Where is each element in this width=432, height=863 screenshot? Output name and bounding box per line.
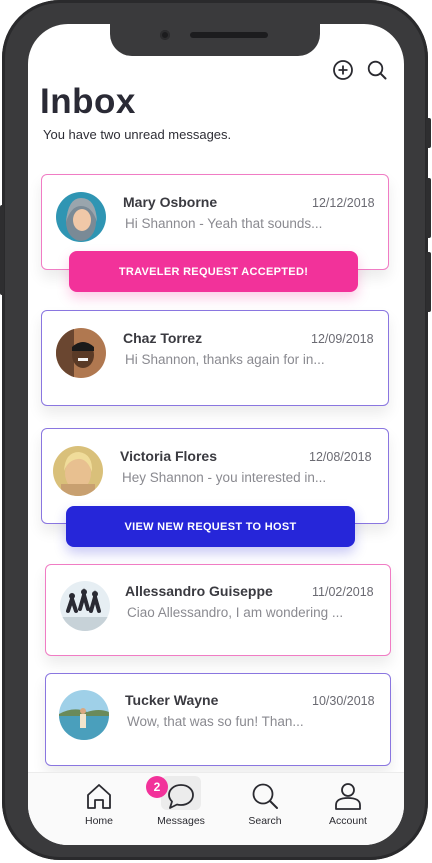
sender-name: Chaz Torrez — [123, 330, 203, 346]
user-icon — [335, 783, 361, 810]
screen: Inbox You have two unread messages. Mary… — [28, 24, 404, 845]
tab-label: Account — [329, 815, 367, 827]
message-date: 10/30/2018 — [312, 694, 375, 708]
message-card-chaz-torrez[interactable]: Chaz Torrez 12/09/2018 Hi Shannon, thank… — [41, 310, 389, 406]
messages-badge: 2 — [146, 776, 168, 798]
side-button — [426, 252, 431, 312]
page-title: Inbox — [40, 82, 136, 121]
front-camera — [160, 30, 170, 40]
tab-label: Home — [84, 815, 113, 827]
tab-bar: Home Messages Search Account — [28, 772, 404, 845]
sender-name: Allessandro Guiseppe — [125, 583, 273, 599]
tab-home[interactable]: Home — [59, 773, 139, 845]
tab-account[interactable]: Account — [308, 773, 388, 845]
sender-name: Mary Osborne — [123, 194, 218, 210]
avatar — [59, 690, 109, 740]
search-icon — [252, 783, 278, 809]
message-preview: Hey Shannon - you interested in... — [122, 470, 327, 485]
view-request-to-host-button[interactable]: VIEW NEW REQUEST TO HOST — [66, 506, 355, 547]
search-button[interactable] — [366, 59, 388, 81]
avatar — [56, 328, 106, 378]
tab-label: Messages — [157, 815, 205, 827]
volume-button — [0, 205, 4, 295]
message-date: 12/08/2018 — [309, 450, 372, 464]
message-preview: Ciao Allessandro, I am wondering ... — [127, 605, 344, 620]
page-subtitle: You have two unread messages. — [43, 127, 232, 142]
message-date: 12/09/2018 — [311, 332, 374, 346]
notch — [110, 24, 320, 56]
message-card-allessandro-guiseppe[interactable]: Allessandro Guiseppe 11/02/2018 Ciao All… — [45, 564, 391, 656]
message-date: 11/02/2018 — [312, 585, 374, 599]
home-icon — [87, 784, 111, 809]
search-icon — [367, 60, 387, 80]
sender-name: Tucker Wayne — [125, 692, 219, 708]
traveler-request-accepted-button[interactable]: TRAVELER REQUEST ACCEPTED! — [69, 251, 358, 292]
message-preview: Hi Shannon - Yeah that sounds... — [125, 216, 323, 231]
message-preview: Hi Shannon, thanks again for in... — [125, 352, 325, 367]
message-date: 12/12/2018 — [312, 196, 375, 210]
speaker-grille — [190, 32, 268, 38]
tab-label: Search — [248, 815, 282, 827]
add-message-button[interactable] — [332, 59, 354, 81]
side-button — [426, 178, 431, 238]
plus-circle-icon — [333, 60, 353, 80]
sender-name: Victoria Flores — [120, 448, 218, 464]
avatar — [56, 192, 106, 242]
chat-bubble-icon — [168, 784, 194, 809]
side-button — [426, 118, 431, 148]
tab-search[interactable]: Search — [225, 773, 305, 845]
avatar — [60, 581, 110, 631]
message-card-tucker-wayne[interactable]: Tucker Wayne 10/30/2018 Wow, that was so… — [45, 673, 391, 766]
avatar — [53, 446, 103, 496]
message-preview: Wow, that was so fun! Than... — [127, 714, 304, 729]
